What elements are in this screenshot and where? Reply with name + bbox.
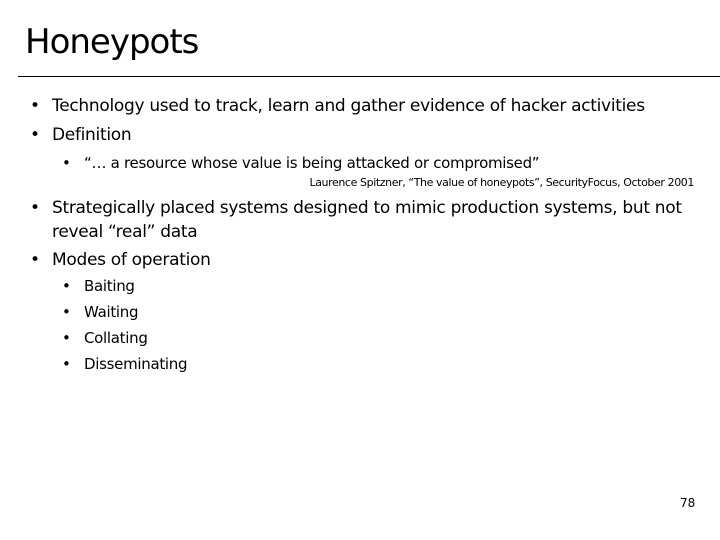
bullet-icon: • <box>62 329 71 347</box>
bullet-text: Definition <box>52 125 132 145</box>
bullet-text: Strategically placed systems designed to… <box>52 198 682 242</box>
bullet-item: • Definition <box>30 123 132 147</box>
bullet-icon: • <box>62 277 71 295</box>
slide-title: Honeypots <box>25 22 199 62</box>
mode-text: Collating <box>84 329 148 347</box>
mode-text: Waiting <box>84 303 139 321</box>
mode-item: • Baiting <box>62 276 135 296</box>
bullet-item: • Technology used to track, learn and ga… <box>30 94 712 118</box>
mode-item: • Collating <box>62 328 148 348</box>
bullet-icon: • <box>30 96 40 116</box>
bullet-icon: • <box>62 154 71 172</box>
bullet-text: Modes of operation <box>52 250 211 270</box>
bullet-icon: • <box>62 355 71 373</box>
bullet-icon: • <box>30 198 40 218</box>
title-divider <box>18 76 720 77</box>
bullet-item: • Modes of operation <box>30 248 211 272</box>
sub-bullet-item: • “… a resource whose value is being att… <box>62 153 540 173</box>
mode-text: Disseminating <box>84 355 188 373</box>
page-number: 78 <box>680 496 696 510</box>
bullet-text: Technology used to track, learn and gath… <box>52 96 645 116</box>
bullet-icon: • <box>30 250 40 270</box>
definition-quote: “… a resource whose value is being attac… <box>84 154 540 172</box>
mode-item: • Waiting <box>62 302 139 322</box>
citation: Laurence Spitzner, “The value of honeypo… <box>309 176 694 189</box>
mode-item: • Disseminating <box>62 354 188 374</box>
mode-text: Baiting <box>84 277 135 295</box>
bullet-item: • Strategically placed systems designed … <box>30 196 702 244</box>
bullet-icon: • <box>62 303 71 321</box>
bullet-icon: • <box>30 125 40 145</box>
